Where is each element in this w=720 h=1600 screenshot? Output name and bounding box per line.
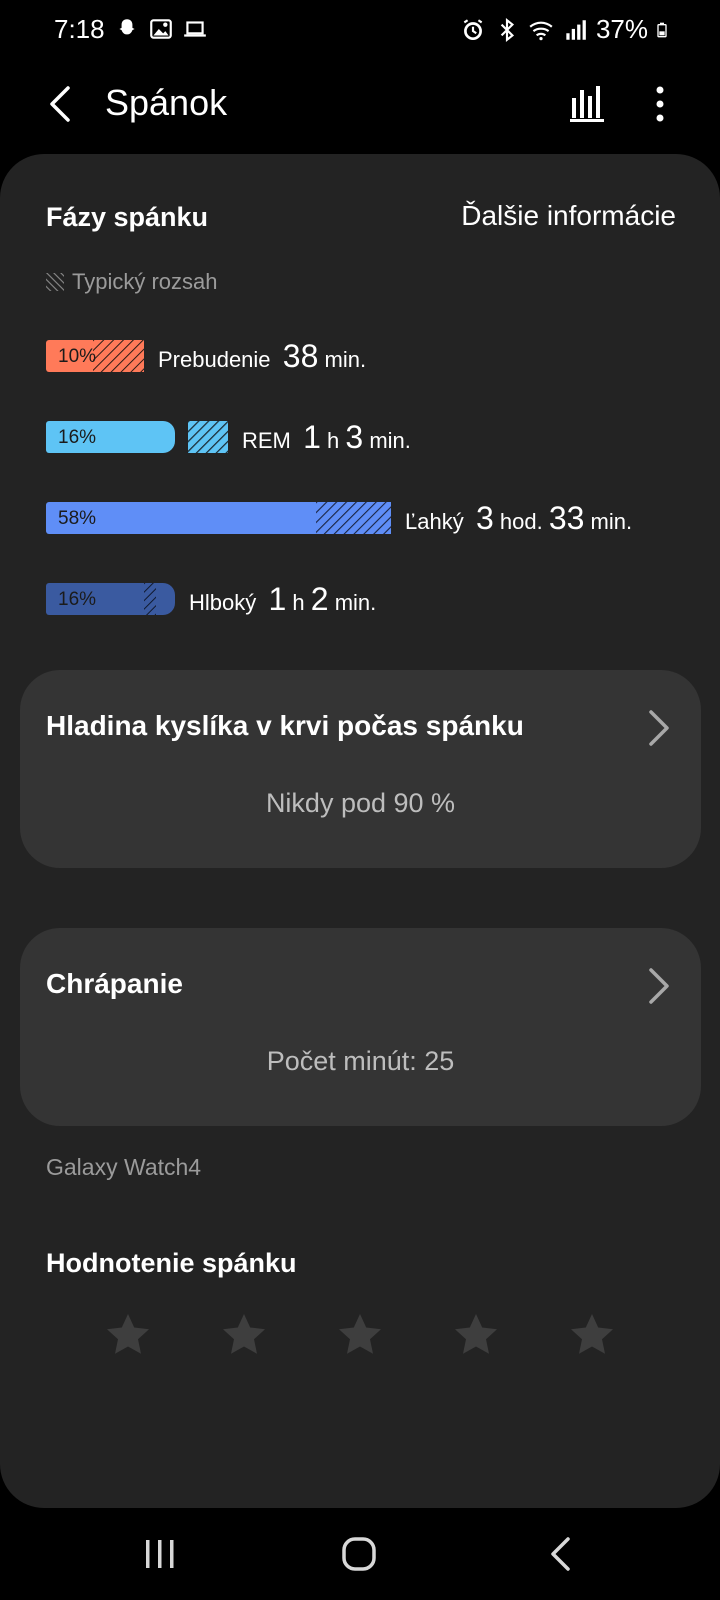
chevron-right-icon [649,710,669,746]
stage-name: REM [242,427,291,453]
stage-name: Hlboký [189,589,257,615]
blood-oxygen-title: Hladina kyslíka v krvi počas spánku [46,710,524,741]
stage-bar-typical-range [188,421,228,453]
battery-percent: 37% [595,14,648,44]
stage-bar: 58% [46,502,391,534]
legend-label: Typický rozsah [72,269,218,294]
alarm-icon [463,18,483,40]
stage-row-rem[interactable]: 16% REM 1 h 3 min. [46,419,411,456]
wifi-icon [529,21,553,40]
stage-percent: 16% [58,589,97,610]
stage-time-unit: min. [334,589,377,615]
star-icon[interactable] [103,1310,153,1360]
bluetooth-icon [500,17,514,42]
stage-percent: 16% [58,427,97,448]
stage-bar: 16% [46,583,175,615]
star-icon[interactable] [451,1310,501,1360]
back-icon[interactable] [540,1532,584,1576]
laptop-icon [184,21,206,37]
sleep-rating-stars [0,1310,720,1370]
stage-time-unit: min. [324,346,367,372]
blood-oxygen-value: Nikdy pod 90 % [265,788,456,818]
sleep-rating-title: Hodnotenie spánku [46,1248,297,1278]
stage-time-num: 2 [310,580,329,617]
signal-icon [566,19,586,40]
stage-time-unit: h [327,427,340,453]
bar-chart-icon[interactable] [568,82,608,126]
stage-label: Hlboký 1 h 2 min. [189,581,376,618]
stage-label: Ľahký 3 hod. 33 min. [405,500,632,537]
star-icon[interactable] [567,1310,617,1360]
stage-label: REM 1 h 3 min. [242,419,411,456]
status-left-icons [114,16,208,42]
status-bar: 7:18 37% [0,0,720,62]
stage-bar: 16% [46,421,228,453]
stage-time-num: 3 [475,499,494,536]
stage-time-unit: h [292,589,305,615]
star-icon[interactable] [335,1310,385,1360]
sleep-stages-title: Fázy spánku [46,202,209,232]
device-name: Galaxy Watch4 [46,1154,202,1180]
stage-row-awake[interactable]: 10% Prebudenie 38 min. [46,338,366,375]
typical-range-legend: Typický rozsah [46,269,218,295]
stage-row-light[interactable]: 58% Ľahký 3 hod. 33 min. [46,500,632,537]
stage-time-num: 38 [282,337,319,374]
blood-oxygen-card[interactable]: Hladina kyslíka v krvi počas spánku Nikd… [20,670,701,868]
stage-bar-typical-range [93,340,144,372]
snoring-title: Chrápanie [46,968,183,999]
stage-row-deep[interactable]: 16% Hlboký 1 h 2 min. [46,581,376,618]
stage-time-unit: hod. [499,508,543,534]
snoring-card[interactable]: Chrápanie Počet minút: 25 [20,928,701,1126]
navigation-bar [0,1508,720,1600]
stage-name: Ľahký [405,508,464,534]
star-icon[interactable] [219,1310,269,1360]
app-bar: Spánok [0,62,720,154]
stage-time-unit: min. [590,508,633,534]
more-vertical-icon[interactable] [648,82,672,126]
recents-icon[interactable] [138,1532,182,1576]
stage-time-unit: min. [369,427,411,453]
stage-time-num: 3 [345,418,364,455]
status-time: 7:18 [54,14,105,44]
stage-time-num: 1 [303,418,321,455]
stage-bar-typical-range [144,583,156,615]
home-icon[interactable] [338,1532,382,1576]
stage-percent: 10% [58,346,97,367]
stage-label: Prebudenie 38 min. [158,338,366,375]
hatch-pattern-icon [46,273,64,291]
stage-time-num: 33 [548,499,585,536]
status-right: 37% [460,14,672,45]
stage-bar: 10% [46,340,144,372]
gallery-icon [150,19,172,39]
snapchat-icon [119,19,135,35]
stage-time-num: 1 [268,580,287,617]
stage-bar-typical-range [316,502,391,534]
battery-icon [657,22,667,37]
page-title: Spánok [105,82,228,123]
stage-name: Prebudenie [158,346,271,372]
main-card: Fázy spánku Ďalšie informácie Typický ro… [0,154,720,1508]
back-arrow-icon[interactable] [38,82,82,126]
stage-percent: 58% [58,508,97,529]
snoring-value: Počet minút: 25 [266,1046,455,1076]
chevron-right-icon [649,968,669,1004]
more-info-link[interactable]: Ďalšie informácie [461,200,676,232]
